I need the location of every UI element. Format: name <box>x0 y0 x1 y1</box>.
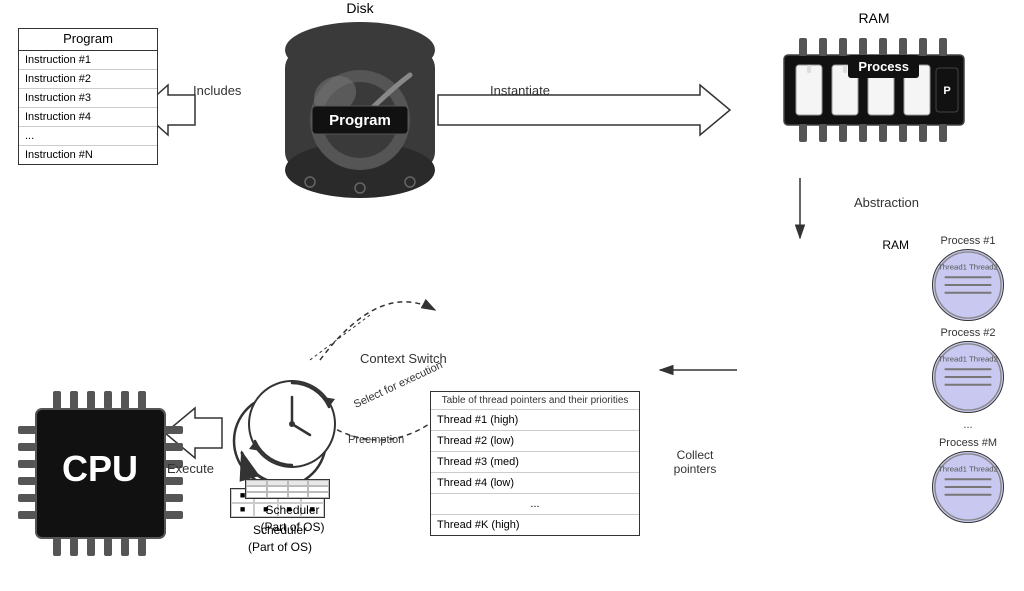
thread-row-3: Thread #3 (med) <box>431 452 639 473</box>
scheduler-svg <box>245 377 340 472</box>
instruction-n: Instruction #N <box>19 146 157 164</box>
program-box-title: Program <box>19 29 157 50</box>
svg-text:Program: Program <box>329 112 391 129</box>
process-1: Process #1 Thread1 Thread2 <box>932 235 1004 321</box>
svg-text:Thread1 Thread2: Thread1 Thread2 <box>938 464 998 473</box>
program-box: Program Instruction #1 Instruction #2 In… <box>18 28 158 165</box>
instruction-2: Instruction #2 <box>19 70 157 89</box>
thread-table: Table of thread pointers and their prior… <box>430 391 640 536</box>
process-m: Process #M Thread1 Thread2 <box>932 437 1004 523</box>
process-ellipsis: ... <box>963 419 972 431</box>
process-2-label: Process #2 <box>940 327 995 339</box>
scheduler-bottom-label: Scheduler (Part of OS) <box>245 502 340 536</box>
process-1-label: Process #1 <box>940 235 995 247</box>
instruction-4: Instruction #4 <box>19 108 157 127</box>
diagram: Program Instruction #1 Instruction #2 In… <box>0 0 1024 591</box>
abstraction-label: Abstraction <box>854 195 919 210</box>
ram-area-top: RAM <box>774 10 974 155</box>
cpu-area: CPU <box>18 391 183 561</box>
instantiate-label: Instantiate <box>490 83 550 98</box>
thread-row-2: Thread #2 (low) <box>431 431 639 452</box>
process-chip-label: Process <box>848 55 919 78</box>
ram-label-top: RAM <box>774 10 974 26</box>
disk-area: Disk Program <box>270 0 450 205</box>
thread-row-ellipsis: ... <box>431 494 639 515</box>
calendar-grid <box>245 479 330 499</box>
cpu-icon: CPU <box>18 391 183 556</box>
thread-table-title: Table of thread pointers and their prior… <box>431 392 639 410</box>
svg-text:CPU: CPU <box>62 448 138 489</box>
processes-column: Process #1 Thread1 Thread2 Process #2 <box>932 235 1004 523</box>
svg-text:Thread1 Thread2: Thread1 Thread2 <box>938 354 998 363</box>
svg-text:P: P <box>943 85 950 97</box>
ram-chip-icon: P <box>774 30 974 150</box>
thread-row-k: Thread #K (high) <box>431 515 639 535</box>
ram-small-label: RAM <box>882 238 909 252</box>
process-1-circle: Thread1 Thread2 <box>932 249 1004 321</box>
collect-pointers-label: Collect pointers <box>655 448 735 476</box>
program-instructions: Instruction #1 Instruction #2 Instructio… <box>19 50 157 164</box>
disk-icon: Program <box>280 20 440 200</box>
includes-label: Includes <box>193 83 241 98</box>
thread-row-1: Thread #1 (high) <box>431 410 639 431</box>
process-2-circle: Thread1 Thread2 <box>932 341 1004 413</box>
process-2: Process #2 Thread1 Thread2 <box>932 327 1004 413</box>
instruction-ellipsis: ... <box>19 127 157 146</box>
thread-row-4: Thread #4 (low) <box>431 473 639 494</box>
instruction-1: Instruction #1 <box>19 51 157 70</box>
disk-label: Disk <box>270 0 450 16</box>
svg-text:Thread1 Thread2: Thread1 Thread2 <box>938 262 998 271</box>
preemption-label: Preemption <box>348 434 404 446</box>
execute-label: Execute <box>167 461 214 476</box>
instruction-3: Instruction #3 <box>19 89 157 108</box>
process-m-circle: Thread1 Thread2 <box>932 451 1004 523</box>
process-m-label: Process #M <box>939 437 997 449</box>
scheduler-visual: Scheduler (Part of OS) <box>245 377 340 536</box>
process-ellipsis-label: ... <box>963 419 972 431</box>
